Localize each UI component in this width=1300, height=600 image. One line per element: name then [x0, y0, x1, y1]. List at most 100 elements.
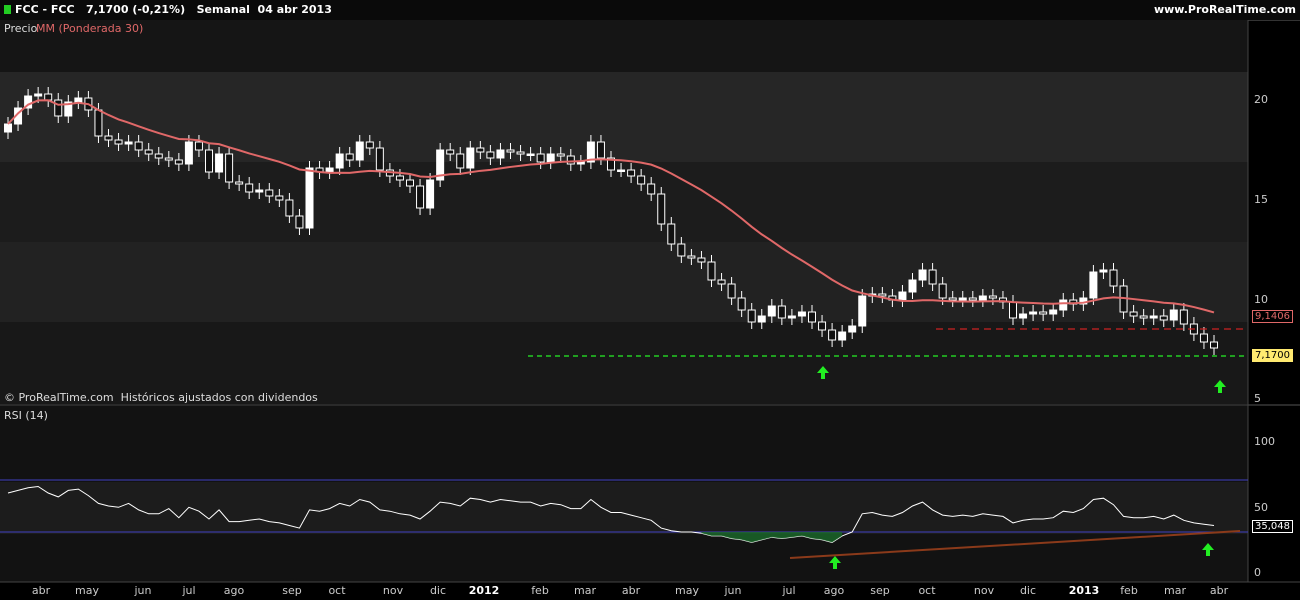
- candle-body: [1099, 269, 1108, 273]
- candle-body: [1199, 333, 1208, 343]
- candle-body: [235, 181, 244, 185]
- candle-body: [1059, 299, 1068, 311]
- x-tick-label: jul: [782, 584, 796, 597]
- candle-body: [365, 141, 374, 149]
- candle-body: [576, 161, 585, 165]
- x-tick-label: may: [675, 584, 699, 597]
- candle-body: [44, 93, 53, 101]
- rsi-tick-100: 100: [1254, 435, 1275, 448]
- x-tick-label: ago: [223, 584, 245, 597]
- candle-body: [818, 321, 827, 331]
- candle-body: [295, 215, 304, 229]
- candle-body: [978, 295, 987, 301]
- candle-body: [124, 141, 133, 145]
- y-tick-20: 20: [1254, 93, 1268, 106]
- candle-body: [858, 295, 867, 327]
- candle-body: [988, 295, 997, 299]
- candle-body: [637, 175, 646, 185]
- candle-body: [174, 159, 183, 165]
- candle-body: [345, 153, 354, 161]
- candle-body: [968, 297, 977, 301]
- candle-body: [375, 147, 384, 171]
- candle-body: [94, 109, 103, 137]
- candle-body: [1029, 311, 1038, 315]
- x-tick-label: sep: [282, 584, 302, 597]
- candle-body: [4, 123, 12, 133]
- candle-body: [677, 243, 686, 257]
- candle-body: [526, 153, 535, 156]
- candle-body: [194, 141, 203, 151]
- candle-body: [757, 315, 766, 323]
- candle-body: [848, 325, 857, 333]
- candle-body: [255, 189, 264, 193]
- candle-body: [104, 135, 113, 141]
- candle-body: [767, 305, 776, 317]
- candle-body: [275, 195, 284, 201]
- candle-body: [1149, 315, 1158, 319]
- candle-body: [928, 269, 937, 285]
- rsi-value-tag: 35,048: [1252, 520, 1293, 533]
- candle-body: [265, 189, 274, 197]
- candle-body: [144, 149, 153, 155]
- candle-body: [797, 311, 806, 317]
- x-tick-label: abr: [1209, 584, 1229, 597]
- candle-body: [476, 147, 485, 153]
- rsi-tick-50: 50: [1254, 501, 1268, 514]
- candle-body: [898, 291, 907, 301]
- candle-body: [958, 297, 967, 301]
- last-price-tag: 7,1700: [1252, 349, 1293, 362]
- candle-body: [285, 199, 294, 217]
- x-tick-label: feb: [531, 584, 549, 597]
- price-band-0: [0, 20, 1248, 72]
- rsi-mid-band: [0, 482, 1248, 534]
- x-tick-label: mar: [574, 584, 596, 597]
- chart-canvas: [0, 20, 1300, 583]
- candle-body: [908, 279, 917, 293]
- candle-body: [446, 149, 455, 155]
- candle-body: [74, 97, 83, 103]
- x-tick-label: nov: [973, 584, 995, 597]
- x-tick-label: nov: [382, 584, 404, 597]
- x-tick-label: 2013: [1068, 584, 1100, 597]
- candle-body: [627, 169, 636, 177]
- candle-body: [54, 99, 63, 117]
- candle-body: [406, 179, 414, 187]
- candle-body: [466, 147, 475, 169]
- candle-body: [707, 261, 716, 281]
- candle-body: [245, 183, 254, 193]
- candle-body: [486, 151, 495, 159]
- candle-body: [808, 311, 816, 323]
- candle-body: [878, 293, 887, 297]
- x-tick-label: dic: [1019, 584, 1037, 597]
- candle-body: [506, 149, 515, 153]
- candle-body: [828, 329, 837, 341]
- candle-body: [335, 153, 344, 169]
- candle-body: [456, 153, 465, 169]
- candle-body: [496, 149, 505, 159]
- candle-body: [948, 297, 957, 301]
- candle-body: [787, 315, 796, 319]
- candle-body: [566, 155, 575, 165]
- x-tick-label: oct: [328, 584, 346, 597]
- candle-body: [617, 169, 626, 172]
- candle-body: [697, 257, 706, 263]
- x-tick-label: abr: [31, 584, 51, 597]
- candle-body: [426, 179, 435, 209]
- candle-body: [717, 279, 726, 285]
- candle-body: [34, 93, 43, 97]
- candle-body: [727, 283, 736, 299]
- candle-body: [1089, 271, 1098, 299]
- x-tick-label: mar: [1164, 584, 1186, 597]
- candle-body: [1049, 309, 1058, 315]
- candle-body: [516, 151, 525, 155]
- x-tick-label: ago: [823, 584, 845, 597]
- price-band-2: [0, 162, 1248, 242]
- x-tick-label: jul: [182, 584, 196, 597]
- x-tick-label: abr: [621, 584, 641, 597]
- candle-body: [596, 141, 605, 159]
- candle-body: [556, 153, 565, 157]
- candle-body: [1129, 311, 1138, 317]
- candle-body: [114, 139, 123, 145]
- rsi-tick-0: 0: [1254, 566, 1261, 579]
- candle-body: [225, 153, 234, 183]
